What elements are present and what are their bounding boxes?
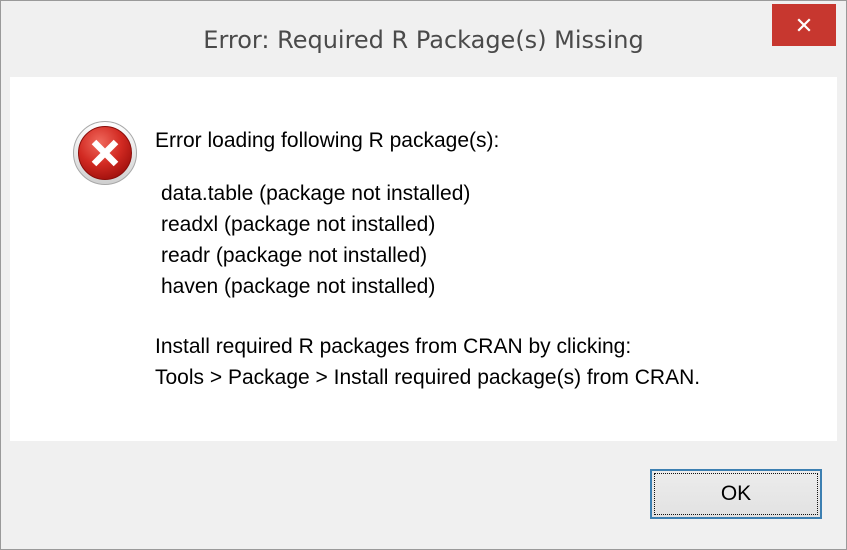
instruction-line: Tools > Package > Install required packa…	[155, 366, 701, 389]
message-heading: Error loading following R package(s):	[155, 129, 500, 152]
ok-button-label: OK	[654, 473, 818, 515]
close-button[interactable]	[772, 4, 836, 46]
package-list: data.table (package not installed) readx…	[161, 178, 700, 302]
window-title: Error: Required R Package(s) Missing	[203, 26, 644, 54]
close-icon	[797, 18, 811, 32]
list-item: data.table (package not installed)	[161, 182, 471, 205]
button-bar: OK	[10, 441, 837, 540]
install-instructions: Install required R packages from CRAN by…	[155, 331, 700, 393]
ok-button[interactable]: OK	[650, 469, 822, 519]
instruction-line: Install required R packages from CRAN by…	[155, 335, 632, 358]
list-item: readxl (package not installed)	[161, 213, 436, 236]
list-item: haven (package not installed)	[161, 275, 436, 298]
error-message: Error loading following R package(s): da…	[155, 125, 700, 393]
title-bar[interactable]: Error: Required R Package(s) Missing	[1, 1, 846, 77]
list-item: readr (package not installed)	[161, 244, 428, 267]
message-area: Error loading following R package(s): da…	[10, 77, 837, 441]
dialog-window: Error: Required R Package(s) Missing Err…	[0, 0, 847, 550]
error-icon	[73, 121, 137, 185]
